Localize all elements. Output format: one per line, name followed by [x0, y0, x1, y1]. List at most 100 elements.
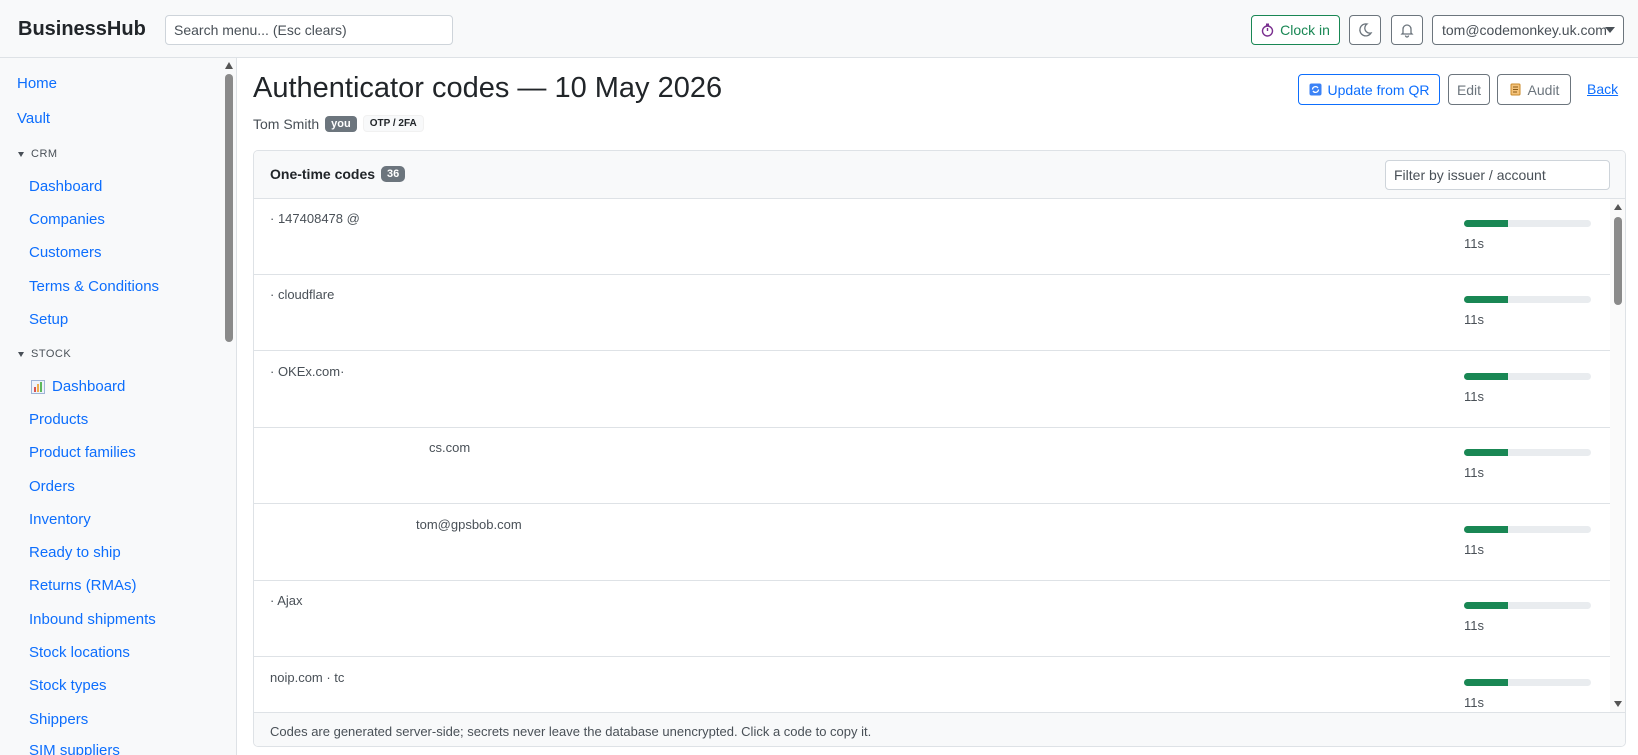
type-badge: OTP / 2FA: [362, 115, 424, 132]
code-row-label: tom@gpsbob.com: [416, 517, 522, 532]
sidebar-item-inbound-shipments[interactable]: Inbound shipments: [29, 611, 156, 628]
top-navbar: BusinessHub Clock in tom@codemonkey.uk.c…: [0, 0, 1638, 58]
codes-card-header: One-time codes 36: [254, 151, 1625, 199]
code-remaining: 11s: [1464, 312, 1484, 327]
code-row[interactable]: · 147408478 @ 11s: [254, 199, 1610, 275]
sidebar-item-stock-locations[interactable]: Stock locations: [29, 644, 130, 661]
code-row[interactable]: noip.com · tc 11s: [254, 658, 1610, 712]
back-link[interactable]: Back: [1587, 81, 1618, 97]
scroll-up-arrow-icon[interactable]: [1614, 204, 1622, 210]
user-email: tom@codemonkey.uk.com: [1442, 22, 1607, 38]
code-remaining: 11s: [1464, 236, 1484, 251]
code-row[interactable]: · cloudflare 11s: [254, 275, 1610, 351]
dark-mode-toggle-button[interactable]: [1349, 15, 1381, 45]
sidebar-item-setup[interactable]: Setup: [29, 311, 68, 328]
scroll-up-arrow-icon[interactable]: [225, 62, 233, 69]
code-row[interactable]: cs.com 11s: [254, 428, 1610, 504]
code-row-label: · 147408478 @: [270, 211, 360, 226]
code-row[interactable]: · Ajax 11s: [254, 581, 1610, 657]
bar-chart-icon: [31, 379, 45, 394]
code-timer-bar: [1464, 526, 1591, 533]
code-timer-fill: [1464, 449, 1509, 456]
code-timer-fill: [1464, 526, 1509, 533]
audit-label: Audit: [1527, 81, 1560, 98]
audit-button[interactable]: Audit: [1497, 74, 1571, 105]
codes-list: · 147408478 @ 11s · cloudflare 11s · OKE…: [254, 199, 1610, 712]
sidebar-item-crm-dashboard[interactable]: Dashboard: [29, 178, 102, 195]
scroll-down-arrow-icon[interactable]: [1614, 701, 1622, 707]
sidebar-section-crm-title: CRM: [31, 148, 58, 160]
brand-logo[interactable]: BusinessHub: [18, 18, 146, 41]
code-remaining: 11s: [1464, 542, 1484, 557]
sidebar-section-stock-title: STOCK: [31, 348, 72, 360]
update-from-qr-label: Update from QR: [1327, 81, 1430, 98]
code-row-label: · Ajax: [270, 593, 303, 608]
sidebar-item-vault[interactable]: Vault: [17, 110, 50, 127]
sidebar-item-stock-dashboard-label: Dashboard: [52, 378, 126, 395]
bell-icon: [1400, 24, 1414, 38]
refresh-icon: [1309, 83, 1322, 96]
code-remaining: 11s: [1464, 695, 1484, 710]
code-row-label: · cloudflare: [270, 287, 335, 302]
update-from-qr-button[interactable]: Update from QR: [1298, 74, 1440, 105]
codes-list-scrollbar-thumb[interactable]: [1614, 217, 1622, 305]
sidebar-section-stock[interactable]: STOCK: [18, 348, 71, 360]
sidebar-item-sim-suppliers[interactable]: SIM suppliers: [29, 742, 120, 755]
page-title: Authenticator codes — 10 May 2026: [253, 72, 723, 104]
caret-down-icon: [18, 151, 24, 157]
code-timer-bar: [1464, 296, 1591, 303]
sidebar: Home Vault CRM Dashboard Companies Custo…: [0, 58, 237, 755]
search-menu-input[interactable]: [165, 15, 453, 45]
code-row-label: noip.com · tc: [270, 670, 345, 685]
code-timer-bar: [1464, 373, 1591, 380]
code-timer-fill: [1464, 602, 1509, 609]
page-subtitle: Tom Smith you OTP / 2FA: [253, 115, 424, 132]
owner-name: Tom Smith: [253, 115, 320, 132]
sidebar-item-customers[interactable]: Customers: [29, 244, 102, 261]
sidebar-item-companies[interactable]: Companies: [29, 211, 105, 228]
code-timer-fill: [1464, 679, 1509, 686]
code-timer-fill: [1464, 220, 1509, 227]
codes-footer-note: Codes are generated server-side; secrets…: [270, 724, 872, 739]
code-timer-bar: [1464, 679, 1591, 686]
code-row-label: · OKEx.com·: [270, 364, 345, 379]
code-timer-bar: [1464, 220, 1591, 227]
stopwatch-icon: [1261, 23, 1274, 37]
sidebar-item-terms-conditions[interactable]: Terms & Conditions: [29, 278, 159, 295]
sidebar-item-stock-dashboard[interactable]: Dashboard: [31, 378, 125, 395]
sidebar-item-orders[interactable]: Orders: [29, 478, 75, 495]
filter-input[interactable]: [1385, 160, 1610, 190]
codes-card-title: One-time codes 36: [270, 166, 406, 182]
clock-in-label: Clock in: [1280, 22, 1330, 38]
edit-button[interactable]: Edit: [1448, 74, 1490, 105]
code-remaining: 11s: [1464, 465, 1484, 480]
sidebar-item-ready-to-ship[interactable]: Ready to ship: [29, 544, 121, 561]
scroll-icon: [1510, 83, 1521, 96]
codes-count-badge: 36: [381, 166, 406, 182]
sidebar-item-stock-types[interactable]: Stock types: [29, 677, 107, 694]
sidebar-item-products[interactable]: Products: [29, 411, 88, 428]
notifications-button[interactable]: [1391, 15, 1423, 45]
code-timer-bar: [1464, 449, 1591, 456]
sidebar-item-product-families[interactable]: Product families: [29, 444, 136, 461]
codes-card: One-time codes 36 · 147408478 @ 11s · cl…: [253, 150, 1626, 747]
moon-icon: [1359, 23, 1373, 37]
code-row[interactable]: · OKEx.com· 11s: [254, 352, 1610, 428]
code-timer-fill: [1464, 296, 1509, 303]
sidebar-item-returns[interactable]: Returns (RMAs): [29, 577, 137, 594]
sidebar-item-shippers[interactable]: Shippers: [29, 711, 88, 728]
clock-in-button[interactable]: Clock in: [1251, 15, 1340, 45]
sidebar-item-home[interactable]: Home: [17, 75, 57, 92]
code-row[interactable]: tom@gpsbob.com 11s: [254, 505, 1610, 581]
codes-list-scrollbar[interactable]: [1610, 199, 1625, 712]
code-remaining: 11s: [1464, 618, 1484, 633]
code-row-label: cs.com: [429, 440, 471, 455]
codes-card-footer: Codes are generated server-side; secrets…: [254, 712, 1625, 746]
user-menu-dropdown[interactable]: tom@codemonkey.uk.com: [1432, 15, 1624, 45]
sidebar-item-inventory[interactable]: Inventory: [29, 511, 91, 528]
sidebar-section-crm[interactable]: CRM: [18, 148, 58, 160]
caret-down-icon: [18, 351, 24, 357]
codes-title: One-time codes: [270, 166, 376, 182]
sidebar-scrollbar[interactable]: [221, 58, 236, 755]
sidebar-scrollbar-thumb[interactable]: [225, 74, 233, 342]
